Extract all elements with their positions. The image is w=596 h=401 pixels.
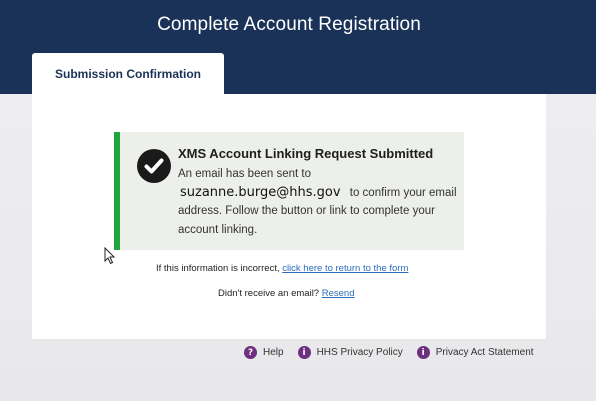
page-header: Complete Account Registration Submission… — [0, 0, 596, 95]
footer-hhs-privacy-link[interactable]: i HHS Privacy Policy — [297, 346, 403, 359]
resend-link[interactable]: Resend — [322, 288, 355, 299]
resend-line: Didn't receive an email? Resend — [218, 288, 354, 299]
footer-privacy-act-link[interactable]: i Privacy Act Statement — [416, 346, 534, 359]
tab-submission-confirmation[interactable]: Submission Confirmation — [32, 53, 224, 95]
resend-text: Didn't receive an email? — [218, 288, 320, 299]
footer-privacy-act-label: Privacy Act Statement — [435, 347, 534, 358]
question-icon: ? — [244, 346, 257, 359]
notice-body-prefix: An email has been sent to — [178, 168, 311, 180]
page-title: Complete Account Registration — [157, 14, 421, 35]
footer-links: ? Help i HHS Privacy Policy i Privacy Ac… — [244, 346, 548, 359]
info-icon: i — [297, 346, 311, 359]
info-icon: i — [416, 346, 430, 359]
notice-body: An email has been sent to suzanne.burge@… — [178, 165, 462, 239]
registration-page: Complete Account Registration Submission… — [0, 0, 596, 401]
footer-hhs-privacy-label: HHS Privacy Policy — [316, 347, 403, 358]
footer-help-link[interactable]: ? Help — [244, 346, 284, 359]
confirmation-notice: XMS Account Linking Request Submitted An… — [114, 132, 464, 250]
notice-email: suzanne.burge@hhs.gov — [180, 184, 341, 200]
incorrect-info-line: If this information is incorrect, click … — [156, 263, 408, 274]
mouse-cursor-icon — [104, 246, 116, 270]
incorrect-info-text: If this information is incorrect, — [156, 263, 280, 274]
return-to-form-link[interactable]: click here to return to the form — [282, 263, 408, 274]
check-circle-icon — [137, 149, 171, 183]
notice-title: XMS Account Linking Request Submitted — [178, 146, 434, 161]
footer-help-label: Help — [263, 347, 284, 358]
